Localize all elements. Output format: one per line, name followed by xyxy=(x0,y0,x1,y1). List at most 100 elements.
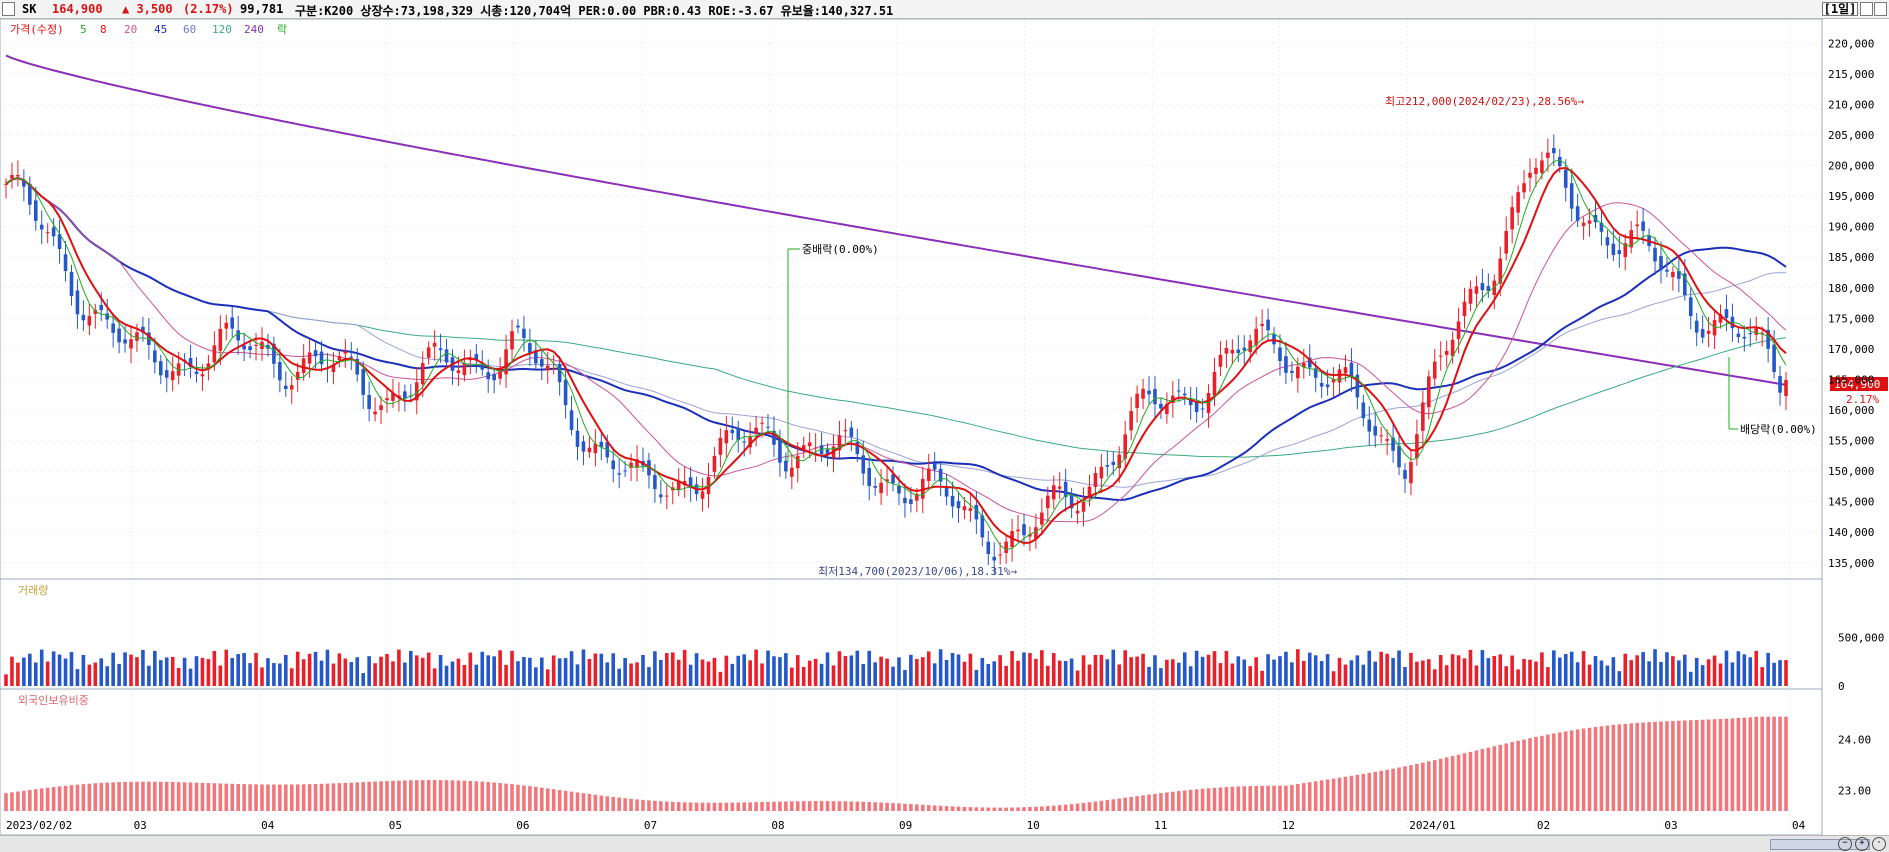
candle xyxy=(1182,393,1187,396)
x-tick-label: 05 xyxy=(389,819,402,832)
volume-bar xyxy=(1313,655,1318,686)
foreign-bar xyxy=(688,802,693,811)
volume-bar xyxy=(569,651,574,686)
volume-bar xyxy=(772,656,776,686)
y-tick-label: 185,000 xyxy=(1828,251,1874,264)
candle xyxy=(1456,321,1461,340)
candle xyxy=(1611,243,1616,256)
foreign-bar xyxy=(272,784,276,811)
period-button[interactable]: [1일] xyxy=(1822,2,1858,16)
zoom-out-icon[interactable]: − xyxy=(1838,837,1852,851)
volume-bar xyxy=(504,664,508,686)
candle xyxy=(242,345,246,350)
volume-bar xyxy=(1051,653,1056,686)
zoom-reset-icon[interactable]: · xyxy=(1872,837,1886,851)
volume-bar xyxy=(456,658,461,686)
volume-bar xyxy=(1040,650,1044,686)
foreign-bar xyxy=(1004,807,1008,811)
candle xyxy=(81,314,86,321)
foreign-bar xyxy=(1617,724,1622,811)
foreign-bar xyxy=(1403,766,1407,811)
foreign-bar xyxy=(218,783,223,811)
legend-ma20: 20 xyxy=(124,23,137,36)
foreign-bar xyxy=(1546,734,1550,811)
volume-bar xyxy=(391,661,395,686)
volume-bar xyxy=(1724,650,1729,686)
foreign-tick-label: 24.00 xyxy=(1838,734,1871,747)
volume-bar xyxy=(1194,650,1199,686)
foreign-bar xyxy=(819,801,824,811)
foreign-bar xyxy=(1165,792,1169,811)
candle xyxy=(1099,466,1104,479)
volume-bar xyxy=(1129,657,1133,686)
candle xyxy=(367,394,371,409)
foreign-bar xyxy=(1224,787,1229,811)
foreign-bar xyxy=(283,784,288,811)
zoom-in-icon[interactable]: + xyxy=(1855,837,1869,851)
candle xyxy=(569,410,574,430)
foreign-bar xyxy=(1278,785,1282,811)
volume-bar xyxy=(325,649,330,686)
foreign-bar xyxy=(1522,739,1526,811)
volume-bar xyxy=(1504,666,1509,686)
foreign-bar xyxy=(1284,785,1288,811)
volume-bar xyxy=(1301,660,1306,686)
volume-bar xyxy=(462,665,467,686)
x-tick-label: 09 xyxy=(899,819,912,832)
foreign-bar xyxy=(1391,768,1395,811)
foreign-bar xyxy=(867,802,872,811)
foreign-bar xyxy=(99,782,104,811)
volume-bar xyxy=(164,657,169,686)
volume-bar xyxy=(1635,655,1639,686)
high-annotation: 최고212,000(2024/02/23),28.56%→ xyxy=(1385,95,1584,108)
foreign-bar xyxy=(1266,785,1270,811)
candle xyxy=(1659,256,1663,271)
candle xyxy=(736,427,741,440)
volume-bar xyxy=(909,654,913,686)
candle xyxy=(1421,402,1425,431)
volume-bar xyxy=(539,657,544,686)
volume-bar xyxy=(1188,666,1193,686)
volume-bar xyxy=(1456,655,1461,686)
candle xyxy=(158,361,163,376)
foreign-bar xyxy=(790,801,794,811)
volume-bar xyxy=(194,656,199,686)
restore-icon[interactable] xyxy=(1860,2,1873,16)
candle xyxy=(1290,370,1294,373)
volume-bar xyxy=(587,658,592,686)
candle xyxy=(170,371,175,381)
foreign-bar xyxy=(1188,789,1193,811)
volume-bar xyxy=(272,663,276,686)
y-tick-label: 145,000 xyxy=(1828,496,1874,509)
volume-bar xyxy=(938,649,943,686)
current-price: 164,900 xyxy=(52,2,103,16)
foreign-bar xyxy=(569,791,574,811)
volume-bar xyxy=(1165,659,1169,686)
foreign-bar xyxy=(831,801,836,811)
window-menu-icon[interactable] xyxy=(2,2,15,16)
foreign-bar xyxy=(254,784,258,811)
foreign-bar xyxy=(289,784,294,811)
volume-bar xyxy=(819,663,824,686)
candle xyxy=(301,358,306,373)
foreign-bar xyxy=(1093,801,1098,811)
foreign-bar xyxy=(492,782,496,811)
volume-bar xyxy=(1010,650,1014,686)
volume-bar xyxy=(522,656,526,686)
volume-bar xyxy=(682,649,687,686)
volume-bar xyxy=(1474,665,1479,686)
volume-bar xyxy=(1296,649,1300,686)
volume-bar xyxy=(432,668,437,686)
foreign-bar xyxy=(1611,724,1616,811)
volume-bar xyxy=(998,655,1002,686)
foreign-bar xyxy=(373,781,377,811)
volume-bar xyxy=(575,664,580,686)
candle xyxy=(1688,297,1693,317)
volume-bar xyxy=(1671,656,1675,686)
candle xyxy=(516,325,520,328)
close-icon[interactable] xyxy=(1874,2,1887,16)
stock-chart[interactable]: 500,0000 24.0023.00 가격(수정) 5 8 20 45 60 … xyxy=(0,19,1889,835)
price-change: ▲ 3,500 xyxy=(122,2,173,16)
foreign-bar xyxy=(397,780,401,811)
foreign-bar xyxy=(236,783,240,811)
